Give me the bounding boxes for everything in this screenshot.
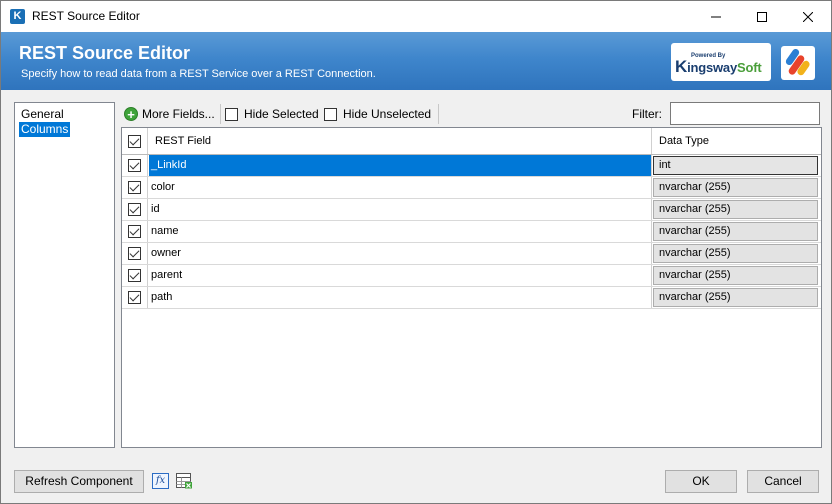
table-row[interactable]: color nvarchar (255) [122,177,821,199]
window-title: REST Source Editor [32,9,140,23]
more-fields-button[interactable]: + More Fields... [124,104,215,124]
row-checkbox[interactable] [128,225,141,238]
ok-button[interactable]: OK [665,470,737,493]
table-row[interactable]: _LinkId int [122,155,821,177]
spreadsheet-icon[interactable] [176,473,193,489]
rest-field-cell[interactable]: id [149,199,652,220]
row-checkbox[interactable] [128,269,141,282]
rest-field-cell[interactable]: path [149,287,652,308]
row-checkbox[interactable] [128,181,141,194]
hide-selected-checkbox[interactable]: Hide Selected [225,104,319,124]
brand-name: KingswaySoft [675,57,762,77]
row-checkbox[interactable] [128,203,141,216]
kingswaysoft-logo: Powered By KingswaySoft [671,43,771,81]
filter-input[interactable] [670,102,820,125]
hide-selected-label: Hide Selected [244,107,319,121]
rest-field-cell[interactable]: name [149,221,652,242]
rest-source-editor-window: K REST Source Editor REST Source Editor … [0,0,832,504]
more-fields-label: More Fields... [142,107,215,121]
rest-field-cell[interactable]: owner [149,243,652,264]
add-icon: + [124,107,138,121]
data-type-cell[interactable]: nvarchar (255) [653,244,818,263]
hide-unselected-label: Hide Unselected [343,107,432,121]
maximize-button[interactable] [739,1,785,32]
toolbar-separator [220,104,221,124]
data-type-cell[interactable]: nvarchar (255) [653,266,818,285]
column-header-rest-field[interactable]: REST Field [149,128,652,154]
hide-unselected-checkbox[interactable]: Hide Unselected [324,104,431,124]
rest-field-cell[interactable]: _LinkId [149,155,652,176]
row-checkbox[interactable] [128,291,141,304]
select-all-checkbox[interactable] [128,134,141,148]
hide-unselected-box[interactable] [324,107,337,121]
banner-title: REST Source Editor [19,43,191,63]
brand-ingsway: ingsway [687,60,737,75]
banner-subtitle: Specify how to read data from a REST Ser… [21,68,376,80]
rest-field-cell[interactable]: color [149,177,652,198]
row-checkbox-cell [122,177,148,198]
filter-label: Filter: [632,107,662,121]
header-banner: REST Source Editor Specify how to read d… [1,32,831,90]
row-checkbox[interactable] [128,159,141,172]
data-type-cell[interactable]: int [653,156,818,175]
kingsway-app-icon: K [10,9,25,24]
close-icon [803,11,813,22]
row-checkbox[interactable] [128,247,141,260]
left-navigation: General Columns [14,102,115,448]
minimize-icon [711,16,721,17]
nav-item-general[interactable]: General [19,107,66,122]
columns-grid: REST Field Data Type _LinkId int color n… [121,127,822,448]
cancel-button[interactable]: Cancel [747,470,819,493]
expression-fx-icon[interactable]: fx [152,473,169,489]
table-row[interactable]: name nvarchar (255) [122,221,821,243]
data-type-cell[interactable]: nvarchar (255) [653,222,818,241]
row-checkbox-cell [122,199,148,220]
row-checkbox-cell [122,265,148,286]
table-row[interactable]: owner nvarchar (255) [122,243,821,265]
rest-field-cell[interactable]: parent [149,265,652,286]
columns-toolbar: + More Fields... Hide Selected Hide Unse… [122,102,822,126]
toolbar-separator [438,104,439,124]
table-row[interactable]: path nvarchar (255) [122,287,821,309]
table-row[interactable]: parent nvarchar (255) [122,265,821,287]
refresh-component-button[interactable]: Refresh Component [14,470,144,493]
minimize-button[interactable] [693,1,739,32]
row-checkbox-cell [122,221,148,242]
row-checkbox-cell [122,155,148,176]
grid-header: REST Field Data Type [122,128,821,155]
brand-soft: Soft [736,60,762,75]
data-type-cell[interactable]: nvarchar (255) [653,288,818,307]
maximize-icon [757,11,767,22]
rest-connector-logo-icon [781,46,815,80]
title-bar: K REST Source Editor [1,1,831,32]
brand-k: K [675,57,688,76]
select-all-cell [122,128,148,154]
table-row[interactable]: id nvarchar (255) [122,199,821,221]
column-header-data-type[interactable]: Data Type [653,128,820,154]
data-type-cell[interactable]: nvarchar (255) [653,178,818,197]
hide-selected-box[interactable] [225,107,238,121]
row-checkbox-cell [122,243,148,264]
close-button[interactable] [785,1,831,32]
data-type-cell[interactable]: nvarchar (255) [653,200,818,219]
row-checkbox-cell [122,287,148,308]
nav-item-columns[interactable]: Columns [19,122,71,137]
